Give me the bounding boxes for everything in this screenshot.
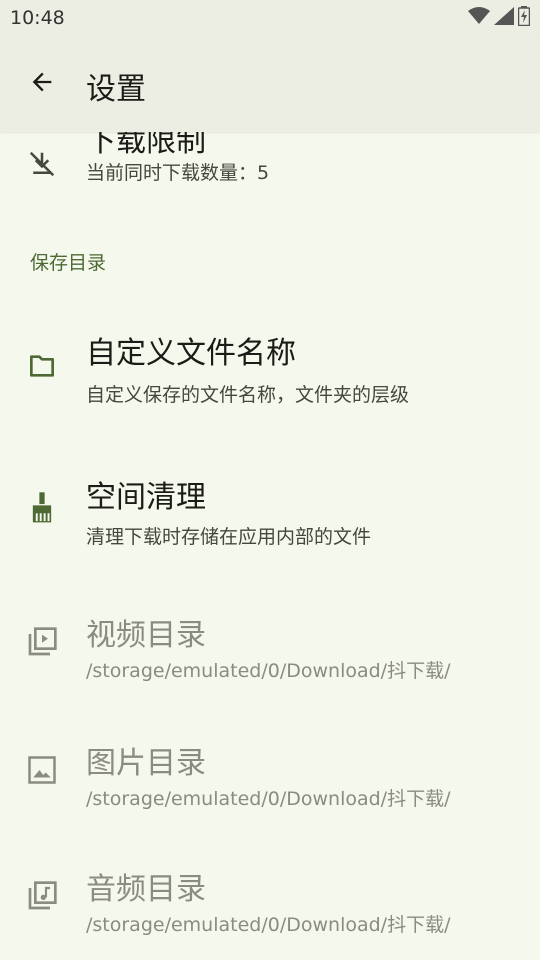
status-icons: [468, 6, 531, 30]
setting-video-dir[interactable]: 视频目录 /storage/emulated/0/Download/抖下载/: [0, 590, 540, 710]
arrow-back-icon: [28, 68, 56, 100]
section-header-save-dir: 保存目录: [30, 252, 107, 274]
setting-custom-filename[interactable]: 自定义文件名称 自定义保存的文件名称，文件夹的层级: [0, 304, 540, 424]
setting-subtitle: 清理下载时存储在应用内部的文件: [86, 526, 372, 548]
app-bar: 设置: [0, 36, 540, 132]
setting-space-cleanup[interactable]: 空间清理 清理下载时存储在应用内部的文件: [0, 446, 540, 566]
status-bar: 10:48: [0, 0, 540, 36]
setting-subtitle: /storage/emulated/0/Download/抖下载/: [86, 914, 451, 936]
setting-title: 图片目录: [86, 746, 206, 781]
download-off-icon: [24, 146, 60, 182]
settings-list[interactable]: 下载限制 当前同时下载数量：5 保存目录 自定义文件名称 自定义保存的文件名称，…: [0, 132, 540, 960]
setting-audio-dir[interactable]: 音频目录 /storage/emulated/0/Download/抖下载/: [0, 844, 540, 960]
signal-icon: [494, 7, 514, 29]
setting-title: 空间清理: [86, 480, 206, 515]
video-library-icon: [24, 624, 60, 660]
setting-subtitle: /storage/emulated/0/Download/抖下载/: [86, 788, 451, 810]
image-icon: [24, 752, 60, 788]
broom-icon: [24, 490, 60, 526]
setting-subtitle: /storage/emulated/0/Download/抖下载/: [86, 660, 451, 682]
setting-title: 下载限制: [86, 132, 206, 159]
music-library-icon: [24, 878, 60, 914]
page-title: 设置: [86, 72, 146, 107]
battery-charging-icon: [517, 6, 531, 30]
setting-title: 视频目录: [86, 618, 206, 653]
status-time: 10:48: [10, 7, 65, 29]
setting-download-limit[interactable]: 下载限制 当前同时下载数量：5: [0, 132, 540, 192]
folder-icon: [24, 348, 60, 384]
setting-subtitle: 当前同时下载数量：5: [86, 162, 270, 184]
setting-image-dir[interactable]: 图片目录 /storage/emulated/0/Download/抖下载/: [0, 718, 540, 838]
wifi-icon: [468, 7, 490, 29]
back-button[interactable]: [18, 62, 66, 106]
setting-title: 自定义文件名称: [86, 336, 296, 371]
setting-title: 音频目录: [86, 872, 206, 907]
setting-subtitle: 自定义保存的文件名称，文件夹的层级: [86, 384, 410, 406]
